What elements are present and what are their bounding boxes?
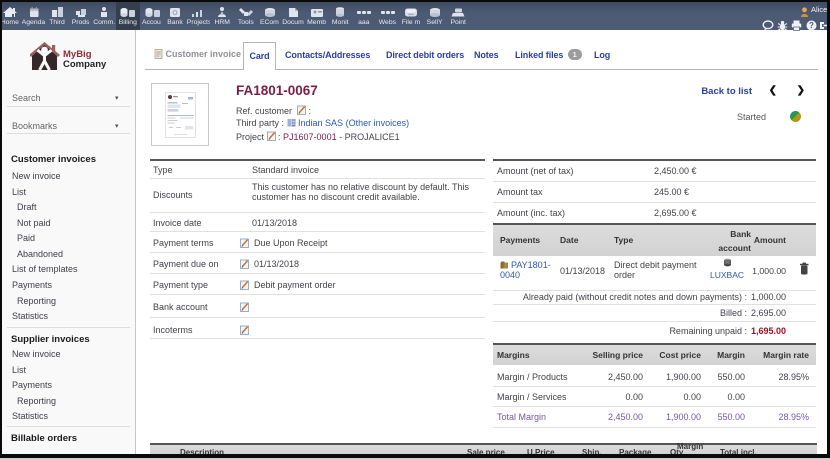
svg-text:?: ?: [809, 21, 814, 30]
svg-text:Company: Company: [63, 59, 107, 70]
